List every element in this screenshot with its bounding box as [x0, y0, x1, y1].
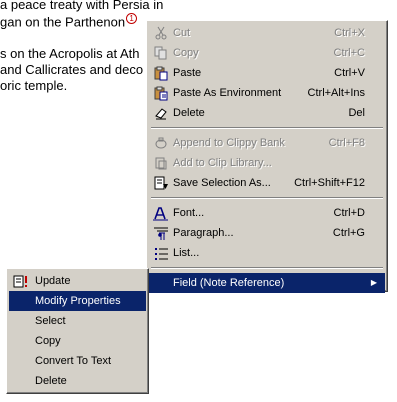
menu-item-label: Paragraph... [173, 227, 234, 239]
paste-icon [153, 65, 169, 81]
menu-item-label: Field (Note Reference) [173, 277, 285, 289]
font-icon [153, 205, 169, 221]
menu-item-shortcut: Del [348, 107, 365, 119]
menu-separator [151, 267, 383, 269]
document-line-2: gan on the Parthenon 1 [0, 13, 138, 30]
submenu-item-copy[interactable]: Copy [9, 331, 146, 351]
menu-item-shortcut: Ctrl+Shift+F12 [294, 177, 365, 189]
save-selection-icon [153, 175, 169, 191]
menu-item-shortcut: Ctrl+Alt+Ins [307, 87, 365, 99]
menu-separator [151, 197, 383, 199]
document-line-3: s on the Acropolis at Ath [0, 46, 140, 61]
menu-item-shortcut: Ctrl+F8 [328, 137, 365, 149]
submenu-item-label: Copy [35, 335, 61, 347]
submenu-item-modify-properties[interactable]: Modify Properties [9, 291, 146, 311]
submenu-item-label: Delete [35, 375, 67, 387]
paragraph-icon [153, 225, 169, 241]
menu-item-label: Cut [173, 27, 191, 39]
submenu-item-update[interactable]: Update [9, 271, 146, 291]
menu-item-shortcut: Ctrl+X [334, 27, 365, 39]
field-submenu: Update Modify Properties Select Copy Con… [6, 268, 149, 394]
footnote-reference-mark[interactable]: 1 [126, 13, 138, 24]
menu-item-append-to-clippy-bank[interactable]: Append to Clippy Bank Ctrl+F8 [149, 133, 385, 153]
document-line-4: and Callicrates and deco [0, 62, 144, 77]
submenu-item-label: Convert To Text [35, 355, 112, 367]
menu-item-save-selection-as[interactable]: Save Selection As... Ctrl+Shift+F12 [149, 173, 385, 193]
submenu-item-label: Modify Properties [35, 295, 121, 307]
menu-item-shortcut: Ctrl+V [334, 67, 365, 79]
menu-item-list[interactable]: List... [149, 243, 385, 263]
menu-item-label: Delete [173, 107, 205, 119]
menu-item-add-to-clip-library[interactable]: Add to Clip Library... [149, 153, 385, 173]
document-line-1: a peace treaty with Persia in [0, 0, 164, 12]
menu-separator [151, 127, 383, 129]
submenu-item-label: Select [35, 315, 66, 327]
menu-item-label: Save Selection As... [173, 177, 271, 189]
menu-item-label: Add to Clip Library... [173, 157, 272, 169]
menu-item-shortcut: Ctrl+G [332, 227, 365, 239]
copy-icon [153, 45, 169, 61]
context-menu: Cut Ctrl+X Copy Ctrl+C Paste Ctrl+V Past… [146, 20, 388, 293]
clip-library-icon [153, 155, 169, 171]
menu-item-cut[interactable]: Cut Ctrl+X [149, 23, 385, 43]
menu-item-paste-as-environment[interactable]: Paste As Environment Ctrl+Alt+Ins [149, 83, 385, 103]
list-icon [153, 245, 169, 261]
document-line-5: oric temple. [0, 78, 68, 93]
menu-item-paragraph[interactable]: Paragraph... Ctrl+G [149, 223, 385, 243]
menu-item-label: Font... [173, 207, 205, 219]
menu-item-font[interactable]: Font... Ctrl+D [149, 203, 385, 223]
submenu-arrow-icon: ▶ [370, 278, 377, 287]
eraser-icon [153, 105, 169, 121]
submenu-item-select[interactable]: Select [9, 311, 146, 331]
menu-item-label: Paste [173, 67, 202, 79]
menu-item-shortcut: Ctrl+D [333, 207, 365, 219]
menu-item-field-note-reference[interactable]: Field (Note Reference) ▶ [149, 273, 385, 293]
paste-environment-icon [153, 85, 169, 101]
submenu-item-delete[interactable]: Delete [9, 371, 146, 391]
clippy-bank-icon [153, 135, 169, 151]
submenu-item-label: Update [35, 275, 71, 287]
menu-item-copy[interactable]: Copy Ctrl+C [149, 43, 385, 63]
menu-item-label: Append to Clippy Bank [173, 137, 285, 149]
scissors-icon [153, 25, 169, 41]
menu-item-label: List... [173, 247, 200, 259]
menu-item-delete[interactable]: Delete Del [149, 103, 385, 123]
menu-item-label: Copy [173, 47, 199, 59]
submenu-item-convert-to-text[interactable]: Convert To Text [9, 351, 146, 371]
menu-item-shortcut: Ctrl+C [333, 47, 365, 59]
menu-item-label: Paste As Environment [173, 87, 282, 99]
update-field-icon [13, 273, 29, 289]
document-line-2-text: gan on the Parthenon [0, 14, 126, 30]
menu-item-paste[interactable]: Paste Ctrl+V [149, 63, 385, 83]
